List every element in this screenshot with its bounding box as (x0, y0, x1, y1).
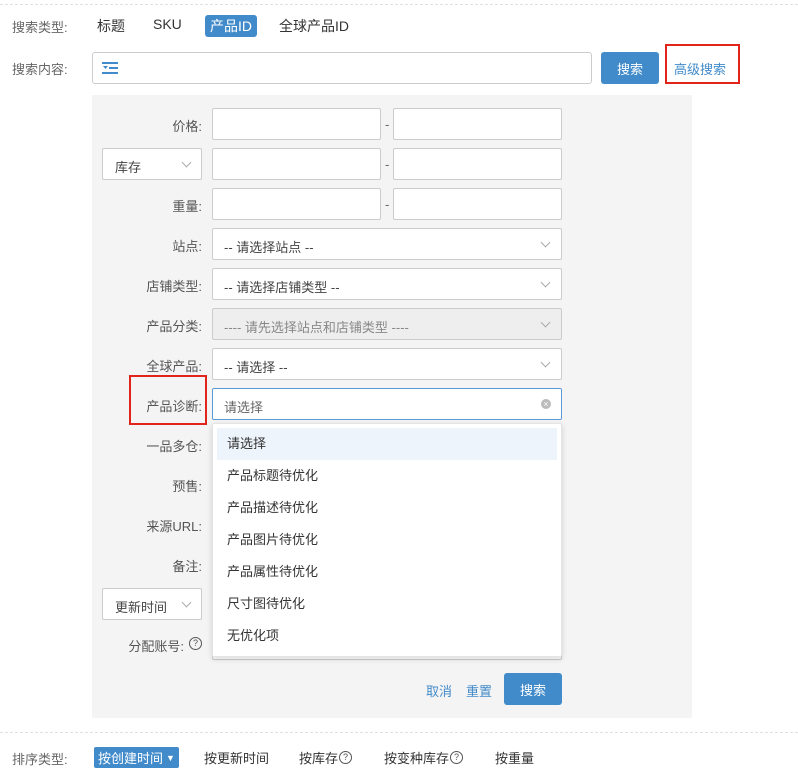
sort-by-create-time[interactable]: 按创建时间 ▼ (94, 747, 179, 768)
search-type-global-product-id[interactable]: 全球产品ID (279, 16, 349, 36)
chevron-down-icon (540, 277, 551, 288)
price-range-sep: - (385, 117, 390, 132)
source-url-label: 来源URL: (146, 519, 202, 534)
sort-by-variant-stock[interactable]: 按变种库存 ? (384, 748, 464, 767)
category-select: ---- 请先选择站点和店铺类型 ---- (212, 308, 562, 340)
diagnosis-label: 产品诊断: (146, 399, 202, 414)
remark-label: 备注: (172, 559, 202, 574)
diagnosis-option[interactable]: 尺寸图待优化 (213, 588, 561, 620)
chevron-down-icon (540, 357, 551, 368)
panel-search-button[interactable]: 搜索 (504, 673, 562, 705)
stock-max-input[interactable] (393, 148, 562, 180)
help-icon[interactable]: ? (339, 751, 353, 764)
stock-select-value: 库存 (115, 160, 142, 175)
shop-type-label: 店铺类型: (146, 279, 202, 294)
diagnosis-option[interactable]: 产品图片待优化 (213, 524, 561, 556)
search-type-label: 搜索类型: (12, 20, 68, 35)
advanced-search-link[interactable]: 高级搜索 (674, 59, 726, 78)
sort-by-create-time-label: 按创建时间 (98, 751, 164, 766)
diagnosis-select-placeholder: 请选择 (224, 400, 264, 415)
category-select-value: ---- 请先选择站点和店铺类型 ---- (224, 320, 409, 335)
global-product-label: 全球产品: (146, 359, 202, 374)
price-label: 价格: (172, 119, 202, 134)
presale-label: 预售: (172, 479, 202, 494)
sort-by-update-time[interactable]: 按更新时间 (204, 748, 269, 767)
chevron-down-icon (181, 157, 192, 168)
clear-icon[interactable]: × (541, 399, 551, 409)
weight-min-input[interactable] (212, 188, 381, 220)
cancel-link[interactable]: 取消 (426, 681, 452, 700)
update-time-select[interactable]: 更新时间 (102, 588, 202, 620)
global-product-select[interactable]: -- 请选择 -- (212, 348, 562, 380)
chevron-down-icon (181, 597, 192, 608)
price-min-input[interactable] (212, 108, 381, 140)
diagnosis-option[interactable]: 产品描述待优化 (213, 492, 561, 524)
price-max-input[interactable] (393, 108, 562, 140)
assign-account-label: 分配账号: (128, 639, 184, 654)
stock-select[interactable]: 库存 (102, 148, 202, 180)
weight-range-sep: - (385, 197, 390, 212)
site-label: 站点: (172, 239, 202, 254)
top-divider (0, 4, 798, 5)
sort-by-stock[interactable]: 按库存 ? (299, 748, 353, 767)
sort-by-weight[interactable]: 按重量 (495, 748, 534, 767)
search-type-title[interactable]: 标题 (97, 16, 125, 36)
stock-min-input[interactable] (212, 148, 381, 180)
diagnosis-option[interactable]: 请选择 (217, 428, 557, 460)
help-icon[interactable]: ? (450, 751, 464, 764)
global-product-select-value: -- 请选择 -- (224, 360, 288, 375)
reset-link[interactable]: 重置 (466, 681, 492, 700)
site-select[interactable]: -- 请选择站点 -- (212, 228, 562, 260)
weight-label: 重量: (172, 199, 202, 214)
category-label: 产品分类: (146, 319, 202, 334)
search-type-sku[interactable]: SKU (153, 16, 182, 32)
shop-type-select[interactable]: -- 请选择店铺类型 -- (212, 268, 562, 300)
search-content-input[interactable] (92, 52, 592, 84)
diagnosis-option[interactable]: 产品属性待优化 (213, 556, 561, 588)
bottom-divider (0, 732, 798, 733)
chevron-down-icon (540, 237, 551, 248)
chevron-down-icon (540, 317, 551, 328)
batch-list-icon[interactable] (102, 61, 118, 75)
search-content-label: 搜索内容: (12, 62, 68, 77)
diagnosis-select[interactable]: 请选择 × (212, 388, 562, 420)
sort-by-variant-stock-label: 按变种库存 (384, 751, 450, 766)
diagnosis-dropdown: 请选择 产品标题待优化 产品描述待优化 产品图片待优化 产品属性待优化 尺寸图待… (212, 423, 562, 657)
shop-type-select-value: -- 请选择店铺类型 -- (224, 280, 340, 295)
update-time-select-value: 更新时间 (115, 600, 168, 615)
multi-warehouse-label: 一品多仓: (146, 439, 202, 454)
search-button[interactable]: 搜索 (601, 52, 659, 84)
search-type-product-id[interactable]: 产品ID (205, 15, 257, 37)
sort-type-label: 排序类型: (12, 752, 68, 767)
stock-range-sep: - (385, 157, 390, 172)
site-select-value: -- 请选择站点 -- (224, 240, 314, 255)
diagnosis-option[interactable]: 无优化项 (213, 620, 561, 652)
caret-down-icon: ▼ (166, 752, 175, 763)
help-icon[interactable]: ? (189, 637, 202, 650)
diagnosis-option[interactable]: 产品标题待优化 (213, 460, 561, 492)
sort-by-stock-label: 按库存 (299, 751, 339, 766)
weight-max-input[interactable] (393, 188, 562, 220)
